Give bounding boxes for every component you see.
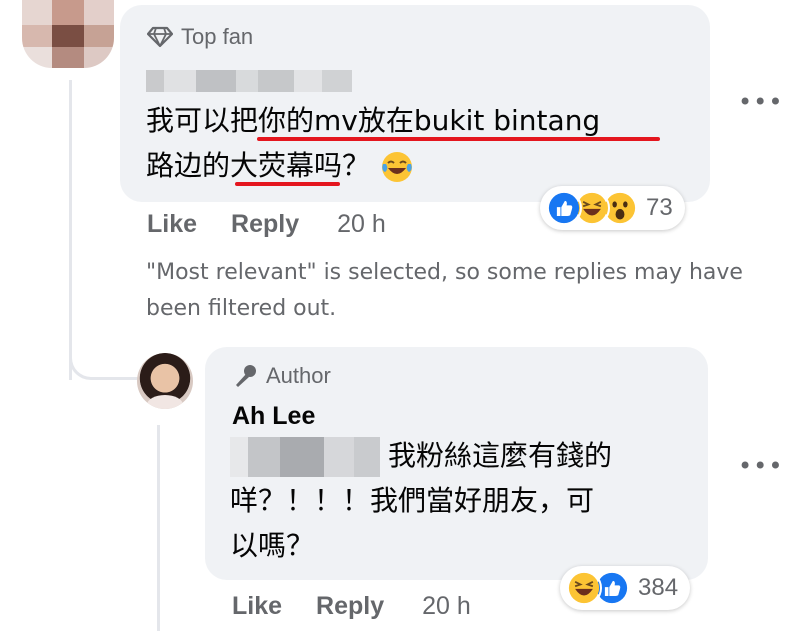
timestamp[interactable]: 20 h (337, 210, 386, 239)
more-options-button[interactable]: ••• (738, 452, 783, 480)
author-badge: Author (232, 363, 331, 389)
thread-line-reply (157, 425, 160, 631)
like-button[interactable]: Like (147, 210, 197, 239)
comment-actions: Like Reply 20 h (147, 210, 386, 239)
reply-text-line-2: 咩？！！！我們當好朋友，可 (230, 484, 595, 517)
more-options-button[interactable]: ••• (738, 88, 783, 116)
filter-notice: "Most relevant" is selected, so some rep… (146, 260, 743, 321)
reaction-count: 73 (646, 194, 673, 221)
red-underline (257, 137, 660, 141)
laugh-icon (566, 570, 602, 606)
reply-actions: Like Reply 20 h (232, 592, 471, 621)
like-icon (546, 190, 582, 226)
reply-text-line-3: 以嗎？ (230, 529, 315, 562)
tears-of-joy-emoji-icon (382, 152, 413, 182)
thread-connector (69, 330, 139, 380)
reaction-summary[interactable]: 384 (560, 566, 691, 610)
red-underline (235, 182, 340, 186)
author-name[interactable]: Ah Lee (232, 402, 315, 431)
timestamp[interactable]: 20 h (422, 592, 471, 621)
reply-button[interactable]: Reply (316, 592, 384, 621)
diamond-icon (147, 26, 173, 48)
reaction-summary[interactable]: 73 (540, 186, 685, 230)
microphone-icon (236, 365, 256, 387)
reply-text-line-1: 我粉絲這麼有錢的 (388, 439, 613, 472)
reply-text-censored (230, 437, 380, 477)
top-fan-badge: Top fan (147, 24, 253, 50)
reaction-count: 384 (638, 574, 679, 601)
reply-button[interactable]: Reply (231, 210, 299, 239)
commenter-avatar[interactable] (22, 0, 114, 68)
author-avatar[interactable] (137, 353, 193, 409)
badge-label: Top fan (181, 24, 254, 49)
badge-label: Author (266, 363, 331, 388)
like-button[interactable]: Like (232, 592, 282, 621)
commenter-name-censored[interactable] (146, 70, 352, 92)
